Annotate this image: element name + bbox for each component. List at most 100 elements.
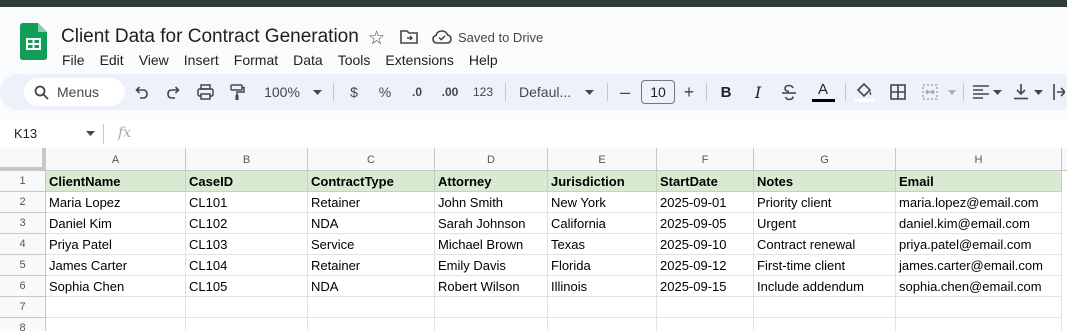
- table-cell[interactable]: Retainer: [308, 192, 435, 213]
- table-cell[interactable]: CL105: [186, 276, 308, 297]
- name-box[interactable]: K13: [14, 126, 37, 141]
- table-cell[interactable]: 2025-09-01: [657, 192, 754, 213]
- header-cell[interactable]: ClientName: [46, 171, 186, 192]
- table-cell[interactable]: CL103: [186, 234, 308, 255]
- table-cell[interactable]: Florida: [548, 255, 657, 276]
- star-icon[interactable]: ☆: [368, 27, 385, 50]
- redo-icon[interactable]: [166, 85, 180, 99]
- table-cell[interactable]: daniel.kim@email.com: [896, 213, 1062, 234]
- row-header[interactable]: 4: [0, 234, 46, 255]
- table-cell[interactable]: [896, 297, 1062, 318]
- table-cell[interactable]: CL104: [186, 255, 308, 276]
- row-header[interactable]: 3: [0, 213, 46, 234]
- row-header[interactable]: 2: [0, 192, 46, 213]
- font-select[interactable]: Defaul...: [519, 74, 579, 110]
- row-header[interactable]: 1: [0, 171, 46, 192]
- menu-format[interactable]: Format: [234, 52, 278, 68]
- table-cell[interactable]: Daniel Kim: [46, 213, 186, 234]
- row-header[interactable]: 6: [0, 276, 46, 297]
- italic-button[interactable]: I: [751, 74, 765, 110]
- table-cell[interactable]: Emily Davis: [435, 255, 548, 276]
- table-cell[interactable]: [46, 318, 186, 331]
- table-cell[interactable]: Robert Wilson: [435, 276, 548, 297]
- undo-icon[interactable]: [135, 85, 149, 99]
- table-cell[interactable]: Sarah Johnson: [435, 213, 548, 234]
- text-wrap-icon[interactable]: [1053, 84, 1065, 100]
- table-cell[interactable]: NDA: [308, 213, 435, 234]
- table-cell[interactable]: [186, 318, 308, 331]
- table-cell[interactable]: Contract renewal: [754, 234, 896, 255]
- align-dropdown-icon[interactable]: [993, 90, 1002, 95]
- column-header-d[interactable]: D: [435, 148, 548, 171]
- table-cell[interactable]: First-time client: [754, 255, 896, 276]
- document-title[interactable]: Client Data for Contract Generation: [61, 26, 359, 48]
- header-cell[interactable]: Attorney: [435, 171, 548, 192]
- font-size-input[interactable]: 10: [641, 80, 675, 104]
- table-cell[interactable]: 2025-09-10: [657, 234, 754, 255]
- row-header[interactable]: 7: [0, 297, 46, 318]
- table-cell[interactable]: Priority client: [754, 192, 896, 213]
- menu-insert[interactable]: Insert: [184, 52, 219, 68]
- column-header-h[interactable]: H: [896, 148, 1062, 171]
- paint-format-icon[interactable]: [230, 84, 245, 101]
- table-cell[interactable]: [46, 297, 186, 318]
- sheets-logo-icon[interactable]: [20, 23, 47, 60]
- merge-dropdown-icon[interactable]: [948, 90, 956, 95]
- table-cell[interactable]: [548, 318, 657, 331]
- print-icon[interactable]: [197, 84, 214, 100]
- table-cell[interactable]: [896, 318, 1062, 331]
- strikethrough-icon[interactable]: [781, 84, 797, 101]
- menu-data[interactable]: Data: [293, 52, 323, 68]
- table-cell[interactable]: Include addendum: [754, 276, 896, 297]
- column-header-c[interactable]: C: [308, 148, 435, 171]
- fill-color-icon[interactable]: [855, 82, 875, 102]
- move-folder-icon[interactable]: [400, 29, 418, 44]
- text-color-button[interactable]: A: [815, 74, 831, 110]
- table-cell[interactable]: New York: [548, 192, 657, 213]
- table-cell[interactable]: 2025-09-15: [657, 276, 754, 297]
- table-cell[interactable]: John Smith: [435, 192, 548, 213]
- table-cell[interactable]: maria.lopez@email.com: [896, 192, 1062, 213]
- table-cell[interactable]: Texas: [548, 234, 657, 255]
- row-header[interactable]: 5: [0, 255, 46, 276]
- spreadsheet-grid[interactable]: A B C D E F G H 1 ClientName CaseID Contrac…: [0, 148, 1067, 331]
- table-cell[interactable]: NDA: [308, 276, 435, 297]
- table-cell[interactable]: James Carter: [46, 255, 186, 276]
- column-header-e[interactable]: E: [548, 148, 657, 171]
- table-cell[interactable]: [657, 297, 754, 318]
- table-cell[interactable]: Sophia Chen: [46, 276, 186, 297]
- table-cell[interactable]: sophia.chen@email.com: [896, 276, 1062, 297]
- table-cell[interactable]: [754, 318, 896, 331]
- zoom-select[interactable]: 100%: [262, 74, 302, 110]
- menu-extensions[interactable]: Extensions: [385, 52, 453, 68]
- column-header-b[interactable]: B: [186, 148, 308, 171]
- header-cell[interactable]: Jurisdiction: [548, 171, 657, 192]
- table-cell[interactable]: Retainer: [308, 255, 435, 276]
- vertical-align-icon[interactable]: [1014, 83, 1028, 100]
- table-cell[interactable]: Priya Patel: [46, 234, 186, 255]
- row-header[interactable]: 8: [0, 318, 46, 331]
- table-cell[interactable]: California: [548, 213, 657, 234]
- menu-file[interactable]: File: [62, 52, 85, 68]
- decrease-decimals-button[interactable]: .0: [407, 74, 427, 110]
- increase-font-size-button[interactable]: +: [682, 74, 696, 110]
- table-cell[interactable]: [308, 297, 435, 318]
- header-cell[interactable]: StartDate: [657, 171, 754, 192]
- bold-button[interactable]: B: [719, 74, 733, 110]
- table-cell[interactable]: Urgent: [754, 213, 896, 234]
- table-cell[interactable]: Service: [308, 234, 435, 255]
- column-header-f[interactable]: F: [657, 148, 754, 171]
- currency-format-button[interactable]: $: [345, 74, 363, 110]
- table-cell[interactable]: [308, 318, 435, 331]
- menu-tools[interactable]: Tools: [338, 52, 371, 68]
- table-cell[interactable]: CL102: [186, 213, 308, 234]
- select-all-corner[interactable]: [0, 148, 46, 171]
- table-cell[interactable]: Illinois: [548, 276, 657, 297]
- cloud-saved-icon[interactable]: [432, 30, 452, 44]
- percent-format-button[interactable]: %: [376, 74, 394, 110]
- valign-dropdown-icon[interactable]: [1034, 90, 1043, 95]
- table-cell[interactable]: [754, 297, 896, 318]
- header-cell[interactable]: ContractType: [308, 171, 435, 192]
- table-cell[interactable]: james.carter@email.com: [896, 255, 1062, 276]
- table-cell[interactable]: [657, 318, 754, 331]
